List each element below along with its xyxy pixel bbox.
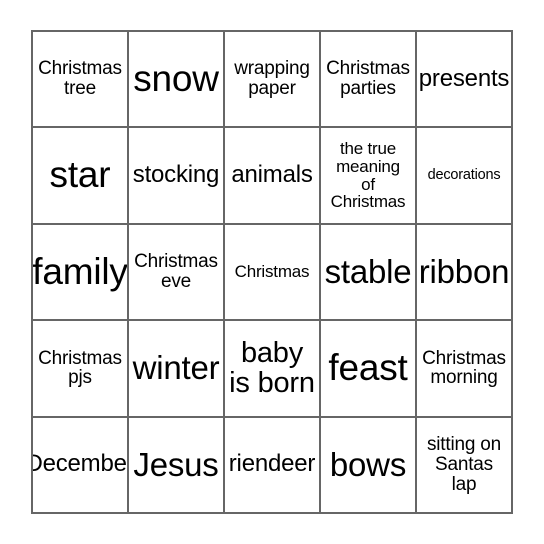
bingo-cell-label: decorations	[427, 167, 501, 184]
bingo-cell-r1-c4[interactable]: Christmas parties	[321, 32, 417, 129]
bingo-cell-r3-c2[interactable]: Christmas eve	[129, 224, 225, 322]
bingo-cell-label: presents	[418, 64, 510, 92]
bingo-cell-r4-c3[interactable]: baby is born	[225, 321, 321, 418]
bingo-row: DecemberJesus riendeer bows sitting on Sant…	[33, 417, 513, 515]
bingo-cell-label: Christmas	[234, 262, 310, 282]
bingo-cell-r2-c2[interactable]: stocking	[129, 128, 225, 225]
bingo-cell-r5-c4[interactable]: bows	[321, 417, 417, 515]
bingo-cell-label: Christmas morning	[422, 347, 506, 389]
bingo-cell-r1-c5[interactable]: presents	[417, 32, 513, 129]
bingo-cell-label: sitting on Santas lap	[426, 434, 502, 495]
bingo-cell-r3-c4[interactable]: stable	[321, 224, 417, 322]
bingo-cell-label: winter	[132, 349, 220, 387]
bingo-cell-r2-c1[interactable]: star	[33, 128, 129, 225]
bingo-cell-label: snow	[133, 57, 219, 99]
bingo-cell-r2-c5[interactable]: decorations	[417, 128, 513, 225]
bingo-cell-label: star	[49, 154, 111, 196]
bingo-cell-label: family	[33, 250, 128, 292]
bingo-cell-r1-c1[interactable]: Christmas tree	[33, 32, 129, 129]
bingo-cell-label: Christmas parties	[326, 58, 410, 100]
bingo-row: Christmas pjs winter baby is born feast Chri…	[33, 321, 513, 418]
bingo-cell-label: Christmas tree	[38, 58, 122, 100]
bingo-cell-label: riendeer	[228, 450, 316, 478]
bingo-cell-r2-c3[interactable]: animals	[225, 128, 321, 225]
bingo-cell-label: stocking	[132, 161, 220, 189]
bingo-cell-r3-c1[interactable]: family	[33, 224, 129, 322]
bingo-cell-r4-c5[interactable]: Christmas morning	[417, 321, 513, 418]
bingo-cell-label: wrapping paper	[234, 58, 310, 100]
bingo-cell-label: Christmas pjs	[38, 347, 122, 389]
bingo-cell-label: feast	[328, 347, 408, 389]
bingo-cell-label: stable	[324, 252, 412, 290]
bingo-row: family Christmas eve Christmas stable ribbon	[33, 224, 513, 322]
bingo-cell-label: December	[33, 450, 127, 478]
bingo-cell-r2-c4[interactable]: the true meaning of Christmas	[321, 128, 417, 225]
bingo-cell-label: Jesus	[133, 445, 219, 483]
bingo-cell-label: Christmas eve	[134, 251, 218, 293]
bingo-cell-label: animals	[231, 161, 313, 189]
bingo-cell-label: the true meaning of Christmas	[330, 139, 406, 212]
bingo-cell-r3-c3[interactable]: Christmas	[225, 224, 321, 322]
bingo-cell-label: baby is born	[229, 337, 315, 400]
bingo-cell-r1-c2[interactable]: snow	[129, 32, 225, 129]
bingo-cell-r4-c2[interactable]: winter	[129, 321, 225, 418]
bingo-cell-r4-c1[interactable]: Christmas pjs	[33, 321, 129, 418]
bingo-cell-r5-c5[interactable]: sitting on Santas lap	[417, 417, 513, 515]
bingo-cell-label: bows	[329, 445, 407, 483]
bingo-cell-r1-c3[interactable]: wrapping paper	[225, 32, 321, 129]
bingo-cell-r5-c3[interactable]: riendeer	[225, 417, 321, 515]
bingo-cell-r5-c2[interactable]: Jesus	[129, 417, 225, 515]
bingo-cell-r3-c5[interactable]: ribbon	[417, 224, 513, 322]
bingo-cell-r5-c1[interactable]: December	[33, 417, 129, 515]
bingo-row: Christmas tree snow wrapping paper Christma…	[33, 32, 513, 129]
bingo-card: Christmas tree snow wrapping paper Christma…	[31, 30, 513, 515]
bingo-cell-label: ribbon	[418, 252, 510, 290]
bingo-row: star stocking animals the true meaning of C…	[33, 128, 513, 225]
bingo-cell-r4-c4[interactable]: feast	[321, 321, 417, 418]
